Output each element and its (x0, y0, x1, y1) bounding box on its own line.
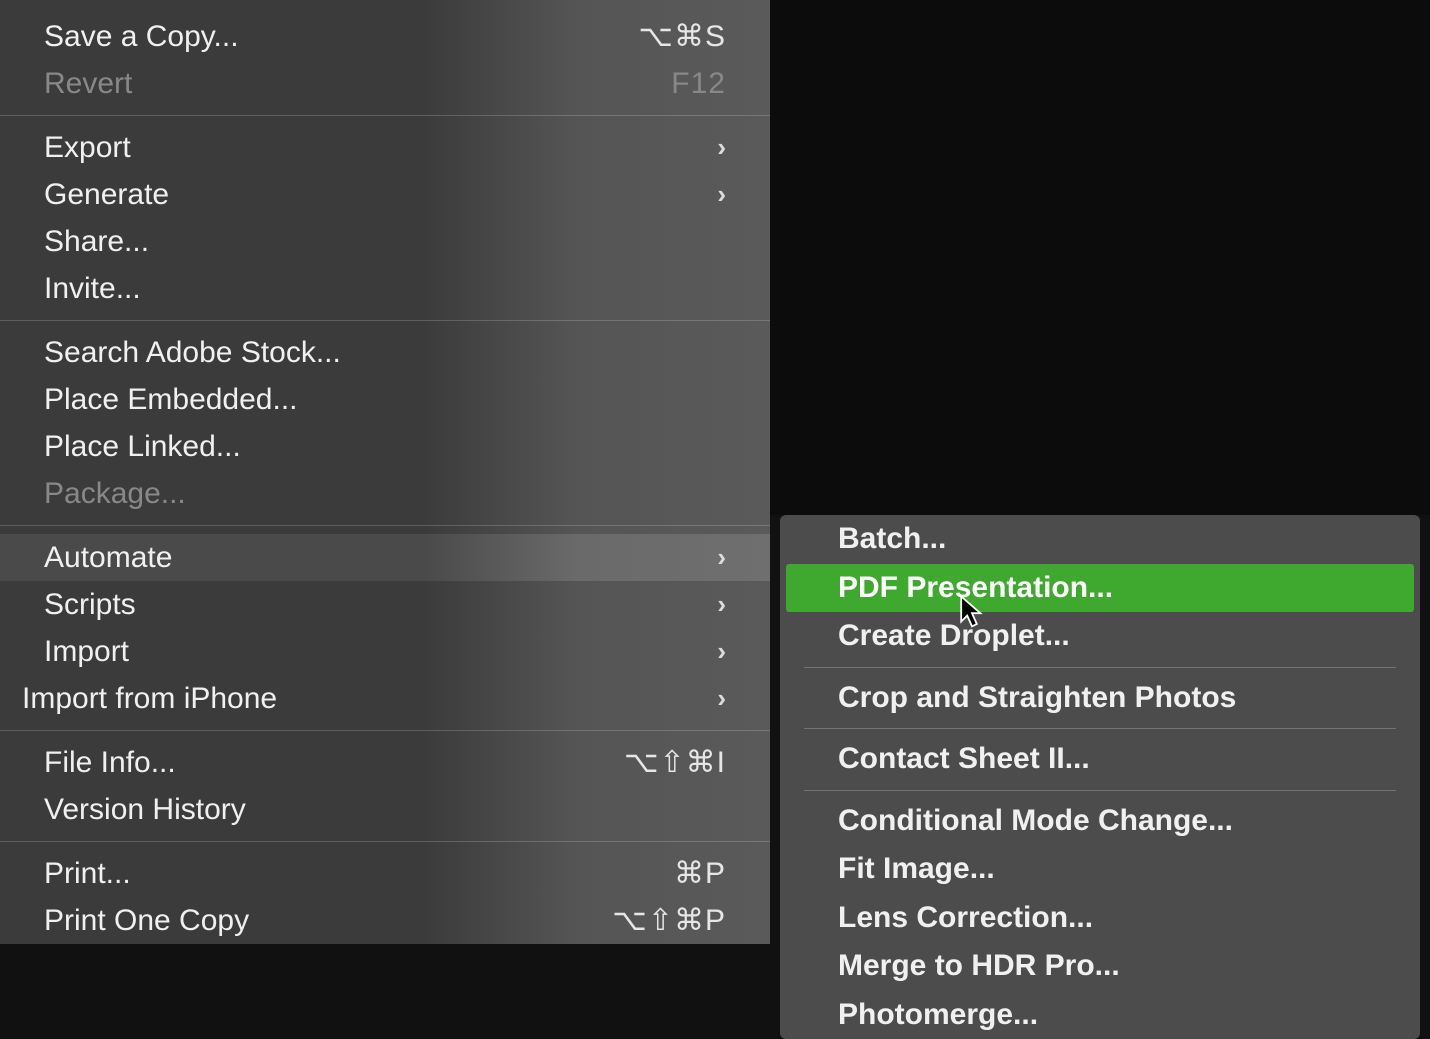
menu-item-print[interactable]: Print... ⌘P (0, 850, 770, 897)
menu-item-version-history[interactable]: Version History (0, 786, 770, 833)
submenu-item-create-droplet[interactable]: Create Droplet... (780, 612, 1420, 661)
submenu-label: Contact Sheet II... (838, 739, 1090, 780)
menu-item-file-info[interactable]: File Info... ⌥⇧⌘I (0, 739, 770, 786)
menu-shortcut: ⇧⌘S (648, 0, 726, 9)
chevron-right-icon: › (717, 635, 726, 669)
menu-item-place-linked[interactable]: Place Linked... (0, 423, 770, 470)
file-menu: Save As... ⇧⌘S Save a Copy... ⌥⌘S Revert… (0, 0, 770, 944)
submenu-label: Merge to HDR Pro... (838, 946, 1120, 987)
chevron-right-icon: › (717, 178, 726, 212)
submenu-item-conditional-mode[interactable]: Conditional Mode Change... (780, 797, 1420, 846)
submenu-item-photomerge[interactable]: Photomerge... (780, 991, 1420, 1039)
menu-item-generate[interactable]: Generate › (0, 171, 770, 218)
submenu-item-merge-hdr[interactable]: Merge to HDR Pro... (780, 942, 1420, 991)
canvas-background (770, 0, 1430, 515)
menu-label: Place Embedded... (44, 380, 298, 419)
submenu-label: Batch... (838, 519, 946, 560)
chevron-right-icon: › (717, 588, 726, 622)
submenu-label: Lens Correction... (838, 898, 1093, 939)
menu-label: Generate (44, 175, 169, 214)
menu-label: Share... (44, 222, 149, 261)
menu-item-scripts[interactable]: Scripts › (0, 581, 770, 628)
menu-label: Print... (44, 854, 131, 893)
menu-item-save-as[interactable]: Save As... ⇧⌘S (0, 0, 770, 13)
submenu-separator (804, 790, 1396, 791)
menu-label: Revert (44, 64, 132, 103)
menu-label: Print One Copy (44, 901, 249, 940)
submenu-separator (804, 667, 1396, 668)
menu-label: Version History (44, 790, 246, 829)
menu-item-save-copy[interactable]: Save a Copy... ⌥⌘S (0, 13, 770, 60)
automate-submenu: Batch... PDF Presentation... Create Drop… (780, 515, 1420, 1039)
menu-separator (0, 115, 770, 116)
submenu-label: Photomerge... (838, 995, 1038, 1036)
menu-separator (0, 320, 770, 321)
menu-shortcut: ⌥⇧⌘P (612, 901, 726, 940)
submenu-label: PDF Presentation... (838, 568, 1113, 609)
menu-item-place-embedded[interactable]: Place Embedded... (0, 376, 770, 423)
menu-label: File Info... (44, 743, 176, 782)
menu-label: Import from iPhone (22, 679, 277, 718)
submenu-item-lens-correction[interactable]: Lens Correction... (780, 894, 1420, 943)
menu-label: Scripts (44, 585, 136, 624)
menu-separator (0, 730, 770, 731)
submenu-item-pdf-presentation[interactable]: PDF Presentation... (786, 564, 1414, 613)
menu-item-export[interactable]: Export › (0, 124, 770, 171)
chevron-right-icon: › (717, 541, 726, 575)
menu-separator (0, 525, 770, 526)
submenu-label: Conditional Mode Change... (838, 801, 1233, 842)
submenu-label: Create Droplet... (838, 616, 1070, 657)
menu-label: Invite... (44, 269, 141, 308)
submenu-label: Crop and Straighten Photos (838, 678, 1236, 719)
menu-item-package: Package... (0, 470, 770, 517)
chevron-right-icon: › (717, 131, 726, 165)
menu-shortcut: ⌘P (674, 854, 726, 893)
menu-label: Place Linked... (44, 427, 241, 466)
menu-item-print-one[interactable]: Print One Copy ⌥⇧⌘P (0, 897, 770, 944)
menu-label: Search Adobe Stock... (44, 333, 341, 372)
menu-item-revert: Revert F12 (0, 60, 770, 107)
submenu-item-batch[interactable]: Batch... (780, 515, 1420, 564)
submenu-item-contact-sheet[interactable]: Contact Sheet II... (780, 735, 1420, 784)
menu-item-import-iphone[interactable]: Import from iPhone › (0, 675, 770, 722)
menu-item-import[interactable]: Import › (0, 628, 770, 675)
menu-label: Export (44, 128, 131, 167)
menu-shortcut: ⌥⇧⌘I (624, 743, 726, 782)
menu-label: Package... (44, 474, 186, 513)
submenu-label: Fit Image... (838, 849, 995, 890)
menu-separator (0, 841, 770, 842)
menu-label: Save a Copy... (44, 17, 239, 56)
menu-item-share[interactable]: Share... (0, 218, 770, 265)
menu-item-invite[interactable]: Invite... (0, 265, 770, 312)
menu-shortcut: F12 (671, 64, 726, 103)
submenu-separator (804, 728, 1396, 729)
submenu-item-crop-straighten[interactable]: Crop and Straighten Photos (780, 674, 1420, 723)
menu-item-search-stock[interactable]: Search Adobe Stock... (0, 329, 770, 376)
menu-shortcut: ⌥⌘S (638, 17, 726, 56)
menu-label: Import (44, 632, 129, 671)
menu-label: Automate (44, 538, 172, 577)
menu-label: Save As... (44, 0, 179, 9)
menu-item-automate[interactable]: Automate › (0, 534, 770, 581)
submenu-item-fit-image[interactable]: Fit Image... (780, 845, 1420, 894)
chevron-right-icon: › (717, 682, 726, 716)
